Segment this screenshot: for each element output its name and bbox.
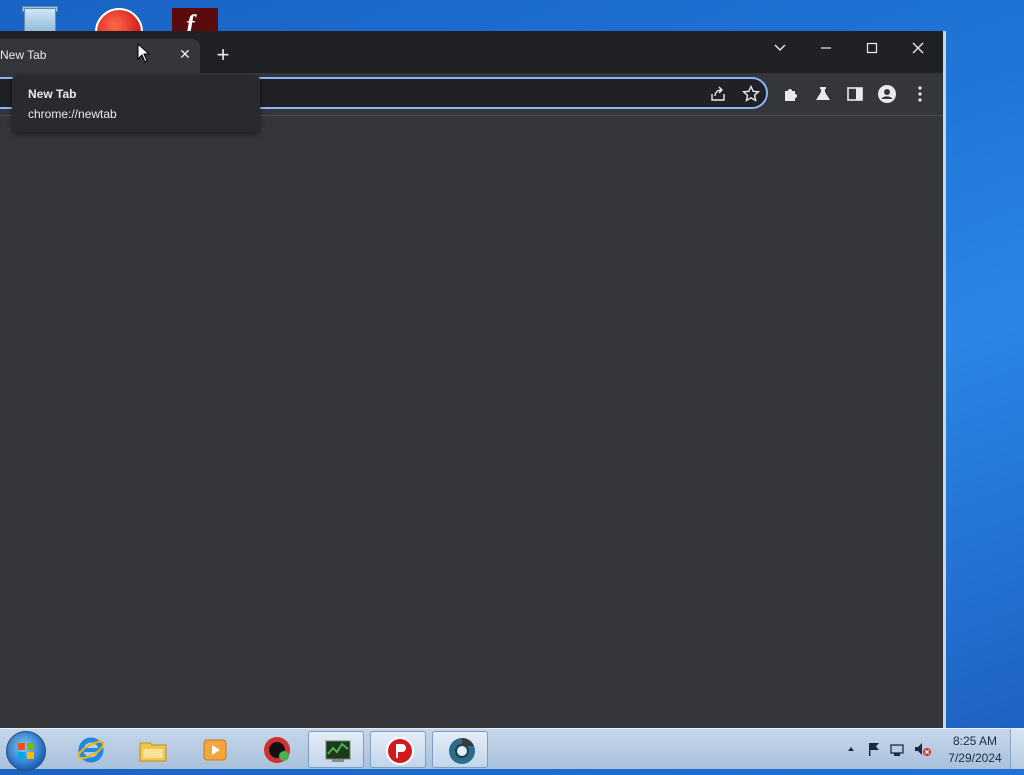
folder-icon <box>139 742 167 762</box>
taskbar-internet-explorer[interactable] <box>62 731 118 768</box>
show-desktop-button[interactable] <box>1010 729 1024 769</box>
chrome-icon <box>449 738 475 764</box>
hover-card-title: New Tab <box>28 87 77 101</box>
taskbar-chrome-active[interactable] <box>432 731 488 768</box>
task-manager-icon <box>325 740 351 762</box>
chrome-red-icon <box>264 737 290 763</box>
hover-card-url: chrome://newtab <box>28 107 117 121</box>
tray-expand-icon <box>848 747 854 751</box>
maximize-button[interactable] <box>849 35 895 63</box>
new-tab-button[interactable]: + <box>212 44 234 67</box>
taskbar-pdf-app[interactable] <box>370 731 426 768</box>
taskbar-task-manager[interactable] <box>308 731 364 768</box>
tab-new-tab[interactable]: New Tab ✕ <box>0 39 200 73</box>
volume-muted-icon <box>915 743 931 756</box>
browser-window: New Tab ✕ + <box>0 31 946 728</box>
chevron-down-icon <box>774 44 786 51</box>
menu-kebab-icon[interactable] <box>910 84 930 104</box>
bookmark-star-icon[interactable] <box>741 84 761 104</box>
close-icon <box>912 42 924 54</box>
tab-search-button[interactable] <box>757 35 803 63</box>
tab-close-button[interactable]: ✕ <box>177 46 193 62</box>
clock-date[interactable]: 7/29/2024 <box>940 751 1010 765</box>
flash-app-icon[interactable]: f <box>172 0 218 39</box>
taskbar: 8:25 AM 7/29/2024 <box>0 728 1024 771</box>
windows-logo-icon <box>18 743 34 759</box>
action-center-flag-icon <box>869 743 879 756</box>
taskbar-media-player[interactable] <box>186 731 242 768</box>
extensions-icon[interactable] <box>781 84 801 104</box>
minimize-button[interactable] <box>803 35 849 63</box>
taskbar-chrome-red[interactable] <box>248 731 304 768</box>
taskbar-file-explorer[interactable] <box>124 731 180 768</box>
start-button[interactable] <box>6 731 46 771</box>
network-icon <box>890 744 904 756</box>
close-button[interactable] <box>895 35 941 63</box>
internet-explorer-icon <box>77 737 105 763</box>
media-player-icon <box>203 739 227 761</box>
tab-hover-card: New Tab chrome://newtab <box>12 75 260 132</box>
side-panel-icon[interactable] <box>845 84 865 104</box>
page-content[interactable] <box>0 116 943 728</box>
system-tray <box>848 743 931 756</box>
recycle-bin-icon[interactable] <box>20 0 58 34</box>
maximize-icon <box>866 42 878 54</box>
mouse-cursor-icon <box>137 43 151 63</box>
pdf-app-icon[interactable] <box>94 0 143 56</box>
share-icon[interactable] <box>709 85 727 103</box>
labs-flask-icon[interactable] <box>813 84 833 104</box>
tab-title: New Tab <box>0 48 47 62</box>
pdf-app-icon <box>386 737 414 765</box>
clock-time[interactable]: 8:25 AM <box>940 734 1010 748</box>
minimize-icon <box>821 47 831 49</box>
profile-avatar-icon[interactable] <box>877 84 897 104</box>
